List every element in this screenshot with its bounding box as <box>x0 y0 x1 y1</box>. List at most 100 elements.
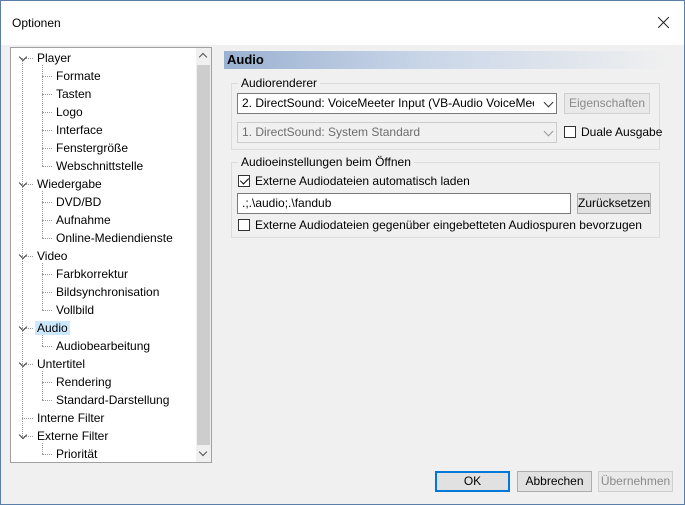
tree-connector <box>42 76 52 77</box>
tree-connector <box>42 263 43 310</box>
tree-item[interactable]: Fenstergröße <box>54 139 130 157</box>
tree-connector <box>42 238 52 239</box>
tree-connector <box>42 130 52 131</box>
tree-connector <box>42 202 52 203</box>
chevron-down-icon[interactable] <box>19 324 28 333</box>
dual-output-box[interactable] <box>564 126 576 138</box>
tree-connector <box>22 58 23 436</box>
tree-item[interactable]: Online-Mediendienste <box>54 229 175 247</box>
tree-scrollbar[interactable] <box>196 48 211 462</box>
tree-item[interactable]: Formate <box>54 67 103 85</box>
tree-item[interactable]: Interface <box>54 121 105 139</box>
tree-item[interactable]: Audiobearbeitung <box>54 337 152 355</box>
options-tree[interactable]: Player Formate Tasten Logo Interface Fensterg… <box>10 47 212 463</box>
tree-item[interactable]: Video <box>35 247 69 265</box>
ok-button[interactable]: OK <box>435 471 510 492</box>
tree-connector <box>42 94 52 95</box>
tree-connector <box>42 220 52 221</box>
chevron-down-icon[interactable] <box>19 360 28 369</box>
tree-item-label: Player <box>37 51 72 65</box>
tree-connector <box>42 148 52 149</box>
tree-item[interactable]: Standard-Darstellung <box>54 391 171 409</box>
tree-connector <box>42 346 52 347</box>
tree-connector <box>42 112 52 113</box>
window-title: Optionen <box>12 16 61 30</box>
tree-item[interactable]: Tasten <box>54 85 93 103</box>
tree-item-label: Tasten <box>56 87 92 101</box>
tree-item[interactable]: Player <box>35 49 73 67</box>
tree-item-label: Priorität <box>56 447 98 461</box>
tree-connector <box>42 274 52 275</box>
tree-item[interactable]: Wiedergabe <box>35 175 104 193</box>
tree-item[interactable]: Bildsynchronisation <box>54 283 161 301</box>
tree-connector <box>42 371 43 400</box>
tree-connector <box>42 335 43 346</box>
tree-item-label: Interface <box>56 123 103 137</box>
tree-item[interactable]: Farbkorrektur <box>54 265 130 283</box>
tree-item-label: Webschnittstelle <box>56 159 144 173</box>
secondary-renderer-select[interactable]: 1. DirectSound: System Standard <box>237 122 557 143</box>
tree-item-label: Vollbild <box>56 303 95 317</box>
tree-item[interactable]: DVD/BD <box>54 193 103 211</box>
audiorenderer-group: Audiorenderer 2. DirectSound: VoiceMeete… <box>231 76 663 150</box>
open-settings-group-label: Audioeinstellungen beim Öffnen <box>238 155 414 169</box>
apply-button[interactable]: Übernehmen <box>598 471 673 492</box>
audio-renderer-select[interactable]: 2. DirectSound: VoiceMeeter Input (VB-Au… <box>237 93 557 114</box>
chevron-down-icon[interactable] <box>19 252 28 261</box>
tree-connector <box>42 454 52 455</box>
tree-item-label: Formate <box>56 69 101 83</box>
tree-item-label: Interne Filter <box>37 411 105 425</box>
tree-item-label: Logo <box>56 105 83 119</box>
settings-panel: Audio Audiorenderer 2. DirectSound: Voic… <box>224 47 676 463</box>
page-header: Audio <box>224 51 669 69</box>
chevron-down-icon <box>543 97 554 108</box>
open-settings-group: Audioeinstellungen beim Öffnen Externe A… <box>231 155 660 238</box>
title-bar: Optionen <box>1 1 684 45</box>
tree-item-label: Fenstergröße <box>56 141 129 155</box>
prefer-external-label: Externe Audiodateien gegenüber eingebett… <box>255 218 642 232</box>
autoload-label: Externe Audiodateien automatisch laden <box>255 174 470 188</box>
tree-item[interactable]: Vollbild <box>54 301 96 319</box>
tree-item-label: Video <box>37 249 68 263</box>
scroll-up-icon[interactable] <box>196 48 211 64</box>
chevron-down-icon[interactable] <box>19 432 28 441</box>
tree-item-label: Farbkorrektur <box>56 267 129 281</box>
tree-item-label: Audiobearbeitung <box>56 339 151 353</box>
tree-item[interactable]: Aufnahme <box>54 211 113 229</box>
dual-output-label: Duale Ausgabe <box>581 125 663 139</box>
tree-item[interactable]: Interne Filter <box>35 409 106 427</box>
tree-item[interactable]: Rendering <box>54 373 113 391</box>
tree-connector <box>42 310 52 311</box>
tree-item-label: Rendering <box>56 375 112 389</box>
page-title: Audio <box>227 52 264 67</box>
audio-path-input[interactable]: .;.\audio;.\fandub <box>237 193 571 214</box>
tree-connector <box>42 65 43 166</box>
tree-item[interactable]: Externe Filter <box>35 427 110 445</box>
chevron-down-icon[interactable] <box>19 180 28 189</box>
tree-item[interactable]: Audio <box>35 319 70 337</box>
tree-connector <box>42 443 43 454</box>
scroll-thumb[interactable] <box>197 65 210 445</box>
tree-connector <box>42 191 43 238</box>
chevron-down-icon[interactable] <box>19 54 28 63</box>
prefer-external-box[interactable] <box>238 219 250 231</box>
chevron-down-icon <box>543 126 554 137</box>
reset-button[interactable]: Zurücksetzen <box>577 193 651 214</box>
scroll-down-icon[interactable] <box>196 446 211 462</box>
cancel-button[interactable]: Abbrechen <box>517 471 592 492</box>
properties-button[interactable]: Eigenschaften <box>564 93 650 114</box>
tree-item-label: Standard-Darstellung <box>56 393 170 407</box>
tree-item[interactable]: Logo <box>54 103 85 121</box>
tree-item-label: Aufnahme <box>56 213 111 227</box>
close-icon[interactable] <box>654 13 674 33</box>
tree-connector <box>42 166 52 167</box>
tree-connector <box>42 400 52 401</box>
tree-item-label: DVD/BD <box>56 195 102 209</box>
options-dialog: Optionen Player Formate Tasten Logo Interfac… <box>0 0 685 505</box>
autoload-box[interactable] <box>238 175 250 187</box>
tree-item[interactable]: Priorität <box>54 445 99 462</box>
tree-item[interactable]: Webschnittstelle <box>54 157 145 175</box>
tree-item-label: Audio <box>35 321 70 335</box>
tree-connector <box>42 382 52 383</box>
dialog-button-bar: OK Abbrechen Übernehmen <box>1 465 684 504</box>
